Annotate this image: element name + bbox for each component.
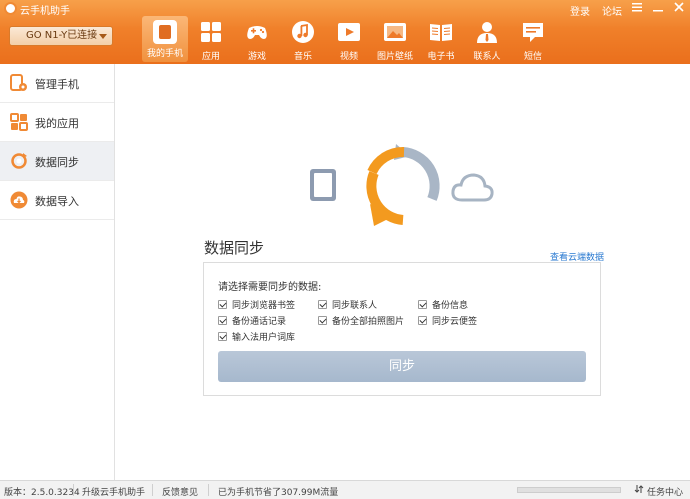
sync-prompt: 请选择需要同步的数据: bbox=[218, 282, 322, 293]
nav-label: 视频 bbox=[339, 52, 358, 62]
sync-arrows-icon bbox=[366, 144, 440, 226]
gamepad-icon bbox=[247, 26, 267, 39]
option-label: 同步云便签 bbox=[432, 317, 478, 327]
top-toolbar: 云手机助手 登录 论坛 GO N1-Y已连接 我的手机 应用 游戏 音乐 视频 … bbox=[0, 0, 690, 64]
sync-illustration bbox=[310, 144, 494, 226]
app-title: 云手机助手 bbox=[20, 6, 70, 17]
divider bbox=[208, 484, 209, 496]
checkbox[interactable] bbox=[218, 316, 227, 325]
sidebar-item-label: 数据同步 bbox=[35, 156, 79, 169]
option-label: 备份全部拍照图片 bbox=[332, 317, 405, 327]
option-messages[interactable]: 备份信息 bbox=[418, 298, 468, 311]
page-title: 数据同步 bbox=[204, 239, 265, 257]
divider bbox=[152, 484, 153, 496]
chevron-down-icon bbox=[99, 34, 107, 39]
option-input-dictionary[interactable]: 输入法用户词库 bbox=[218, 330, 295, 343]
task-center-button[interactable]: 任务中心 bbox=[647, 485, 683, 498]
cloud-icon bbox=[451, 173, 494, 202]
contact-icon bbox=[477, 22, 497, 43]
option-label: 同步联系人 bbox=[332, 301, 378, 311]
option-cloud-notes[interactable]: 同步云便签 bbox=[418, 314, 477, 327]
option-label: 同步浏览器书签 bbox=[232, 301, 296, 311]
feedback-link[interactable]: 反馈意见 bbox=[162, 485, 198, 498]
checkbox[interactable] bbox=[318, 316, 327, 325]
traffic-saved-text: 已为手机节省了307.99M流量 bbox=[218, 488, 339, 498]
apps-icon bbox=[201, 22, 221, 42]
nav-label: 我的手机 bbox=[146, 49, 183, 59]
nav-pictures[interactable]: 图片壁纸 bbox=[372, 16, 418, 62]
checkbox[interactable] bbox=[218, 332, 227, 341]
sync-button[interactable]: 同步 bbox=[218, 351, 586, 382]
nav-label: 联系人 bbox=[473, 52, 501, 62]
nav-music[interactable]: 音乐 bbox=[280, 16, 326, 62]
sidebar-item-label: 我的应用 bbox=[35, 117, 79, 130]
nav-label: 图片壁纸 bbox=[376, 52, 413, 62]
nav-games[interactable]: 游戏 bbox=[234, 16, 280, 62]
minimize-icon[interactable] bbox=[648, 1, 668, 17]
status-bar: 版本：2.5.0.3234 升级云手机助手 反馈意见 已为手机节省了307.99… bbox=[0, 480, 690, 499]
sidebar-item-data-sync[interactable]: 数据同步 bbox=[0, 142, 114, 181]
task-progress-bar bbox=[517, 487, 621, 493]
option-contacts[interactable]: 同步联系人 bbox=[318, 298, 377, 311]
option-label: 备份通话记录 bbox=[232, 317, 287, 327]
menu-icon[interactable] bbox=[627, 1, 647, 17]
phone-icon bbox=[153, 20, 177, 44]
nav-video[interactable]: 视频 bbox=[326, 16, 372, 62]
sync-options-panel: 请选择需要同步的数据: 同步浏览器书签 同步联系人 备份信息 备份通话记录 备份… bbox=[203, 262, 601, 396]
sidebar-item-manage-phone[interactable]: 管理手机 bbox=[0, 64, 114, 103]
cloud-import-icon bbox=[10, 191, 28, 209]
nav-label: 电子书 bbox=[427, 52, 455, 62]
sidebar-item-data-import[interactable]: 数据导入 bbox=[0, 181, 114, 220]
divider bbox=[73, 484, 74, 496]
download-icon[interactable] bbox=[634, 484, 644, 497]
option-label: 备份信息 bbox=[432, 301, 469, 311]
sync-icon bbox=[11, 153, 27, 169]
sidebar-item-label: 管理手机 bbox=[35, 78, 79, 91]
close-icon[interactable] bbox=[669, 1, 689, 17]
phone-gear-icon bbox=[10, 74, 27, 91]
option-photos[interactable]: 备份全部拍照图片 bbox=[318, 314, 404, 327]
book-icon bbox=[430, 24, 452, 41]
video-icon bbox=[338, 23, 360, 41]
checkbox[interactable] bbox=[318, 300, 327, 309]
checkbox[interactable] bbox=[418, 316, 427, 325]
apps-grid-icon bbox=[10, 113, 28, 131]
sidebar-item-label: 数据导入 bbox=[35, 195, 79, 208]
nav-ebooks[interactable]: 电子书 bbox=[418, 16, 464, 62]
upgrade-link[interactable]: 升级云手机助手 bbox=[82, 485, 145, 498]
nav-label: 应用 bbox=[201, 52, 220, 62]
sidebar-item-my-apps[interactable]: 我的应用 bbox=[0, 103, 114, 142]
login-link[interactable]: 登录 bbox=[570, 3, 590, 18]
music-icon bbox=[292, 21, 314, 43]
phone-icon bbox=[310, 169, 336, 201]
nav-sms[interactable]: 短信 bbox=[510, 16, 556, 62]
nav-my-phone[interactable]: 我的手机 bbox=[142, 16, 188, 62]
checkbox[interactable] bbox=[218, 300, 227, 309]
checkbox[interactable] bbox=[418, 300, 427, 309]
nav-contacts[interactable]: 联系人 bbox=[464, 16, 510, 62]
option-call-log[interactable]: 备份通话记录 bbox=[218, 314, 286, 327]
picture-icon bbox=[384, 23, 406, 41]
app-logo-icon bbox=[4, 2, 17, 15]
sidebar: 管理手机 我的应用 数据同步 数据导入 bbox=[0, 64, 115, 480]
device-selector[interactable]: GO N1-Y已连接 bbox=[9, 26, 113, 46]
sms-icon bbox=[523, 23, 543, 42]
option-browser-bookmarks[interactable]: 同步浏览器书签 bbox=[218, 298, 295, 311]
nav-label: 音乐 bbox=[293, 52, 312, 62]
nav-label: 游戏 bbox=[247, 52, 266, 62]
version-text: 版本：2.5.0.3234 bbox=[4, 488, 80, 498]
forum-link[interactable]: 论坛 bbox=[602, 3, 622, 18]
main-nav: 我的手机 应用 游戏 音乐 视频 图片壁纸 电子书 联系人 短信 bbox=[142, 16, 556, 64]
nav-label: 短信 bbox=[523, 52, 542, 62]
option-label: 输入法用户词库 bbox=[232, 333, 296, 343]
nav-apps[interactable]: 应用 bbox=[188, 16, 234, 62]
device-label: GO N1-Y已连接 bbox=[26, 30, 98, 41]
main-content: 数据同步 查看云端数据 请选择需要同步的数据: 同步浏览器书签 同步联系人 备份… bbox=[116, 64, 690, 480]
